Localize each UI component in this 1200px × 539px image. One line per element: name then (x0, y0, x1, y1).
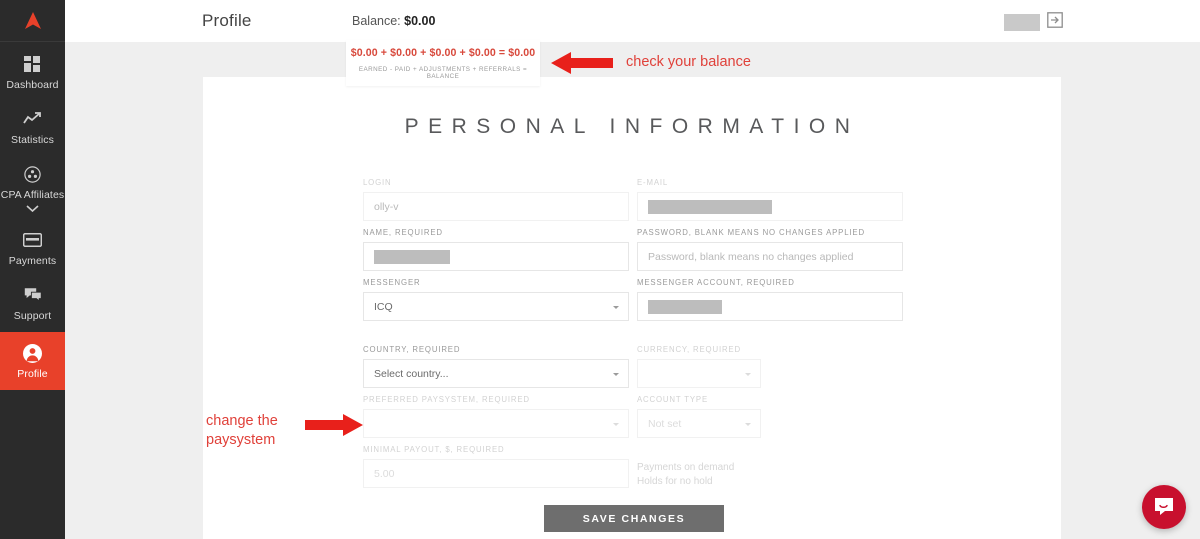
field-label: E-MAIL (637, 178, 669, 187)
user-menu[interactable] (1004, 12, 1063, 33)
balance-tooltip-legend: EARNED - PAID + ADJUSTMENTS + REFERRALS … (358, 66, 528, 80)
save-changes-button[interactable]: SAVE CHANGES (544, 505, 724, 532)
field-minimal-payout: MINIMAL PAYOUT, $, REQUIRED 5.00 (363, 445, 629, 488)
sidebar-item-label: CPA Affiliates (0, 189, 65, 201)
field-country: COUNTRY, REQUIRED Select country... (363, 345, 629, 388)
chevron-down-icon (613, 305, 619, 309)
balance-tooltip-sum: $0.00 + $0.00 + $0.00 + $0.00 = $0.00 (350, 47, 536, 59)
field-label: MESSENGER (363, 278, 421, 287)
field-label: PREFERRED PAYSYSTEM, REQUIRED (363, 395, 530, 404)
user-circle-icon (23, 343, 42, 363)
messenger-account-input[interactable] (637, 292, 903, 321)
arrow-logo-icon (24, 11, 41, 29)
username-redacted (1004, 14, 1040, 31)
sidebar-item-label: Profile (17, 368, 48, 380)
users-circle-icon (24, 164, 41, 184)
topbar: Profile Balance: $0.00 (65, 0, 1200, 42)
email-value-redacted (648, 199, 772, 214)
logout-icon[interactable] (1047, 12, 1063, 33)
chevron-down-icon (613, 372, 619, 376)
field-label: PASSWORD, BLANK MEANS NO CHANGES APPLIED (637, 228, 865, 237)
sidebar-item-support[interactable]: Support (0, 275, 65, 330)
sidebar-item-profile[interactable]: Profile (0, 332, 65, 390)
field-label: MESSENGER ACCOUNT, REQUIRED (637, 278, 795, 287)
page-title: Profile (202, 11, 252, 30)
balance-value: $0.00 (404, 14, 436, 28)
balance-tooltip: $0.00 + $0.00 + $0.00 + $0.00 = $0.00 EA… (346, 40, 540, 86)
sidebar-item-payments[interactable]: Payments (0, 220, 65, 275)
messenger-select[interactable]: ICQ (363, 292, 629, 321)
chevron-down-icon (745, 372, 751, 376)
account-type-value: Not set (648, 417, 682, 430)
payments-note-line1: Payments on demand (637, 462, 735, 473)
profile-card: PERSONAL INFORMATION LOGIN olly-v E-MAIL… (203, 77, 1061, 539)
minimal-payout-value: 5.00 (374, 467, 395, 480)
login-value: olly-v (374, 200, 399, 213)
field-label: MINIMAL PAYOUT, $, REQUIRED (363, 445, 505, 454)
section-title: PERSONAL INFORMATION (404, 115, 860, 138)
sidebar-item-label: Payments (8, 255, 57, 267)
paysystem-select[interactable] (363, 409, 629, 438)
minimal-payout-input[interactable]: 5.00 (363, 459, 629, 488)
field-label: COUNTRY, REQUIRED (363, 345, 461, 354)
balance-label: Balance: (352, 14, 401, 28)
country-value: Select country... (374, 367, 449, 380)
annotation-check-balance: check your balance (626, 54, 751, 70)
login-input[interactable]: olly-v (363, 192, 629, 221)
app-root: Dashboard Statistics CPA Affiliates Paym… (0, 0, 1200, 539)
email-input[interactable] (637, 192, 903, 221)
sidebar-item-label: Statistics (10, 134, 54, 146)
annotation-arrow-right (305, 414, 363, 436)
sidebar-item-statistics[interactable]: Statistics (0, 99, 65, 154)
field-label: NAME, REQUIRED (363, 228, 443, 237)
field-currency: CURRENCY, REQUIRED (637, 345, 761, 388)
password-input[interactable]: Password, blank means no changes applied (637, 242, 903, 271)
name-value-redacted (374, 249, 450, 264)
field-messenger-account: MESSENGER ACCOUNT, REQUIRED (637, 278, 903, 321)
annotation-arrow-left (551, 52, 613, 74)
balance-display[interactable]: Balance: $0.00 (352, 14, 435, 28)
chevron-down-icon[interactable] (26, 205, 39, 212)
chat-launcher-button[interactable] (1142, 485, 1186, 529)
chevron-down-icon (613, 422, 619, 426)
field-password: PASSWORD, BLANK MEANS NO CHANGES APPLIED… (637, 228, 903, 271)
currency-select[interactable] (637, 359, 761, 388)
name-input[interactable] (363, 242, 629, 271)
chat-bubbles-icon (24, 285, 42, 305)
messenger-value: ICQ (374, 300, 393, 313)
trend-up-icon (23, 109, 42, 129)
password-placeholder: Password, blank means no changes applied (648, 250, 854, 263)
field-messenger: MESSENGER ICQ (363, 278, 629, 321)
payments-note-line2: Holds for no hold (637, 476, 713, 487)
messenger-account-value-redacted (648, 299, 722, 314)
chat-smile-icon (1155, 498, 1173, 515)
credit-card-icon (23, 230, 42, 250)
field-name: NAME, REQUIRED (363, 228, 629, 271)
country-select[interactable]: Select country... (363, 359, 629, 388)
account-type-select[interactable]: Not set (637, 409, 761, 438)
sidebar: Dashboard Statistics CPA Affiliates Paym… (0, 0, 65, 539)
field-paysystem: PREFERRED PAYSYSTEM, REQUIRED (363, 395, 629, 438)
field-login: LOGIN olly-v (363, 178, 629, 221)
chevron-down-icon (745, 422, 751, 426)
sidebar-item-dashboard[interactable]: Dashboard (0, 42, 65, 99)
sidebar-item-cpa-affiliates[interactable]: CPA Affiliates (0, 154, 65, 220)
app-logo[interactable] (0, 0, 65, 42)
field-label: CURRENCY, REQUIRED (637, 345, 741, 354)
field-label: LOGIN (363, 178, 392, 187)
field-account-type: ACCOUNT TYPE Not set (637, 395, 761, 438)
sidebar-item-label: Dashboard (6, 79, 59, 91)
field-label: ACCOUNT TYPE (637, 395, 708, 404)
sidebar-item-label: Support (13, 310, 52, 322)
field-email: E-MAIL (637, 178, 903, 221)
grid-icon (24, 54, 41, 74)
